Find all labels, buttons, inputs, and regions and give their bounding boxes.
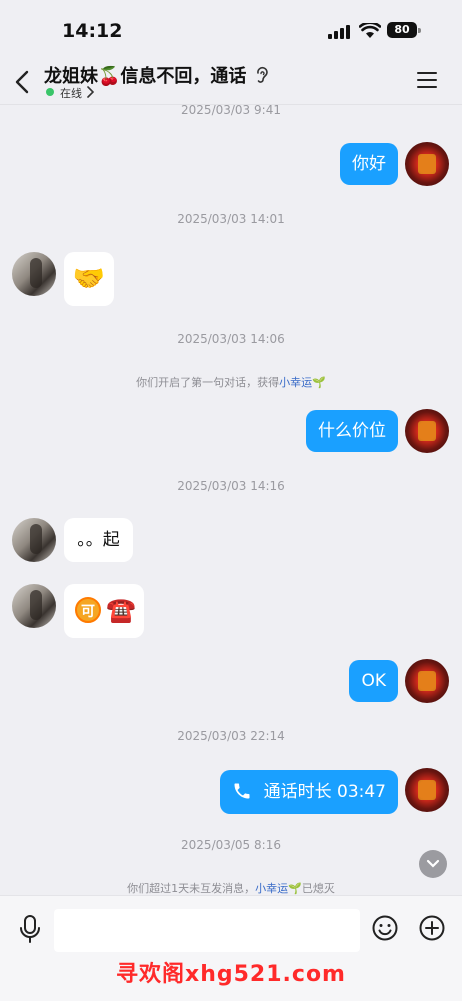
my-avatar[interactable] [405,659,449,703]
mic-icon[interactable] [18,914,42,944]
message-bubble-contact[interactable]: 。。起 [64,518,133,562]
system-notice: 你们超过1天未互发消息，小幸运🌱已熄灭 [0,880,462,896]
timestamp: 2025/03/05 8:16 [181,838,281,852]
system-notice: 你们开启了第一句对话，获得小幸运🌱 [0,374,462,390]
watermark: 寻欢阁xhg521.com [116,962,346,987]
lucky-link[interactable]: 小幸运 [255,882,288,895]
timestamp: 2025/03/03 14:01 [177,212,285,226]
timestamp: 2025/03/03 14:16 [177,479,285,493]
scroll-to-bottom-button[interactable] [419,850,447,878]
system-notice-suffix: 已熄灭 [301,882,335,895]
signal-icon [328,25,350,39]
message-bubble-mine[interactable]: OK [349,660,398,702]
my-avatar[interactable] [405,768,449,812]
my-avatar[interactable] [405,142,449,186]
sprout-icon: 🌱 [288,882,302,895]
back-icon[interactable] [12,70,34,94]
wifi-icon [359,23,381,38]
status-time: 14:12 [62,20,123,42]
chevron-right-icon[interactable] [86,86,94,98]
telephone-icon: ☎️ [106,596,136,624]
ke-badge: 可 [75,597,101,623]
sprout-icon: 🌱 [312,376,326,389]
menu-icon[interactable] [417,72,439,88]
message-bubble-mine[interactable]: 你好 [340,143,398,185]
system-notice-text: 你们超过1天未互发消息， [127,882,256,895]
phone-icon [234,783,250,799]
message-bubble-contact[interactable]: 可 ☎️ [64,584,144,638]
contact-avatar[interactable] [12,518,56,562]
contact-avatar[interactable] [12,584,56,628]
battery-indicator: 80 [387,22,417,38]
message-bubble-contact[interactable]: 🤝 [64,252,114,306]
emoji-icon[interactable] [371,914,399,942]
my-avatar[interactable] [405,409,449,453]
plus-icon[interactable] [418,914,446,942]
online-status-dot [46,88,54,96]
ear-icon[interactable] [255,66,269,84]
timestamp: 2025/03/03 14:06 [177,332,285,346]
system-notice-text: 你们开启了第一句对话，获得 [136,376,280,389]
message-bubble-mine[interactable]: 什么价位 [306,410,398,452]
call-duration-label: 通话时长 03:47 [263,782,386,802]
timestamp: 2025/03/03 9:41 [181,103,281,117]
message-input[interactable] [54,909,360,952]
lucky-link[interactable]: 小幸运 [279,376,312,389]
contact-avatar[interactable] [12,252,56,296]
online-status-text[interactable]: 在线 [60,85,82,101]
call-record-bubble[interactable]: 通话时长 03:47 [219,770,398,814]
timestamp: 2025/03/03 22:14 [177,729,285,743]
battery-tip [418,28,421,33]
chevron-down-icon [426,859,440,868]
